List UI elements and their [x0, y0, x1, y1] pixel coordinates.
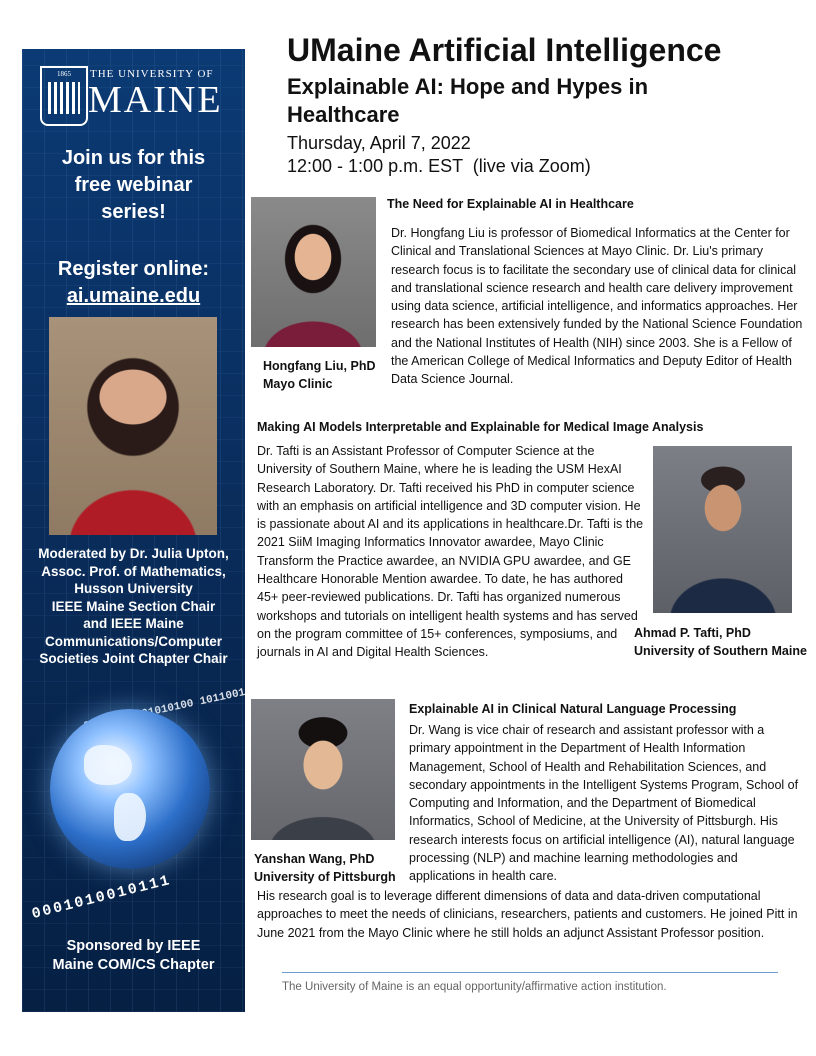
logo-maine-text: MAINE	[88, 79, 223, 121]
moderator-line: Societies Joint Chapter Chair	[39, 651, 228, 666]
umaine-shield-icon: 1865	[40, 66, 88, 126]
speaker-caption: Yanshan Wang, PhD University of Pittsbur…	[254, 850, 396, 886]
umaine-logo: 1865 THE UNIVERSITY OF MAINE	[40, 66, 230, 126]
talk-title: Explainable AI in Clinical Natural Langu…	[409, 702, 737, 716]
moderator-line: Communications/Computer	[44, 633, 222, 649]
speaker-photo-tafti	[653, 446, 792, 613]
speaker-name: Hongfang Liu, PhD	[263, 359, 376, 373]
speaker-affiliation: Mayo Clinic	[263, 377, 333, 391]
sponsor-text: Sponsored by IEEE Maine COM/CS Chapter	[22, 937, 245, 975]
moderator-line: Assoc. Prof. of Mathematics,	[41, 563, 226, 579]
talk-title: The Need for Explainable AI in Healthcar…	[387, 197, 634, 211]
event-subtitle: Explainable AI: Hope and Hypes in Health…	[287, 74, 649, 127]
speaker-affiliation: University of Southern Maine	[634, 644, 807, 658]
speaker-photo-wang	[251, 699, 395, 840]
join-us-text: Join us for this free webinar series!	[22, 145, 245, 226]
speaker-affiliation: University of Pittsburgh	[254, 870, 396, 884]
join-line: Join us for this	[61, 147, 206, 169]
register-block: Register online: ai.umaine.edu	[22, 256, 245, 310]
speaker-bio: Dr. Wang is vice chair of research and a…	[409, 723, 799, 884]
speaker-name: Ahmad P. Tafti, PhD	[634, 626, 751, 640]
join-line: series!	[101, 201, 166, 223]
speaker-name: Yanshan Wang, PhD	[254, 852, 375, 866]
footer-notice: The University of Maine is an equal oppo…	[282, 981, 667, 993]
sidebar-banner: 1865 THE UNIVERSITY OF MAINE Join us for…	[22, 49, 245, 1012]
moderator-photo	[49, 317, 217, 535]
talk-title: Making AI Models Interpretable and Expla…	[257, 420, 704, 434]
speaker-bio: Dr. Tafti is an Assistant Professor of C…	[257, 444, 644, 660]
sponsor-line: Sponsored by IEEE	[66, 938, 201, 954]
speaker-bio-continued: His research goal is to leverage differe…	[257, 889, 798, 940]
speaker-caption: Hongfang Liu, PhD Mayo Clinic	[263, 357, 375, 393]
logo-year: 1865	[57, 70, 71, 78]
speaker-bio: Dr. Hongfang Liu is professor of Biomedi…	[391, 226, 803, 387]
event-time: 12:00 - 1:00 p.m. EST (live via Zoom)	[287, 156, 591, 176]
sponsor-line: Maine COM/CS Chapter	[52, 957, 215, 973]
register-link[interactable]: ai.umaine.edu	[22, 283, 245, 310]
speaker-photo-liu	[251, 197, 376, 347]
join-line: free webinar	[74, 174, 193, 196]
speaker-caption: Ahmad P. Tafti, PhD University of Southe…	[634, 624, 807, 660]
moderator-line: Moderated by Dr. Julia Upton,	[38, 546, 229, 561]
moderator-line: and IEEE Maine	[83, 616, 184, 631]
globe-icon	[50, 709, 210, 869]
moderator-line: IEEE Maine Section Chair	[51, 598, 216, 614]
page-title: UMaine Artificial Intelligence	[287, 32, 722, 68]
moderator-text: Moderated by Dr. Julia Upton, Assoc. Pro…	[22, 545, 245, 668]
footer-divider	[282, 972, 778, 973]
register-label: Register online:	[57, 258, 210, 280]
moderator-line: Husson University	[74, 581, 193, 596]
event-date: Thursday, April 7, 2022	[287, 133, 471, 153]
